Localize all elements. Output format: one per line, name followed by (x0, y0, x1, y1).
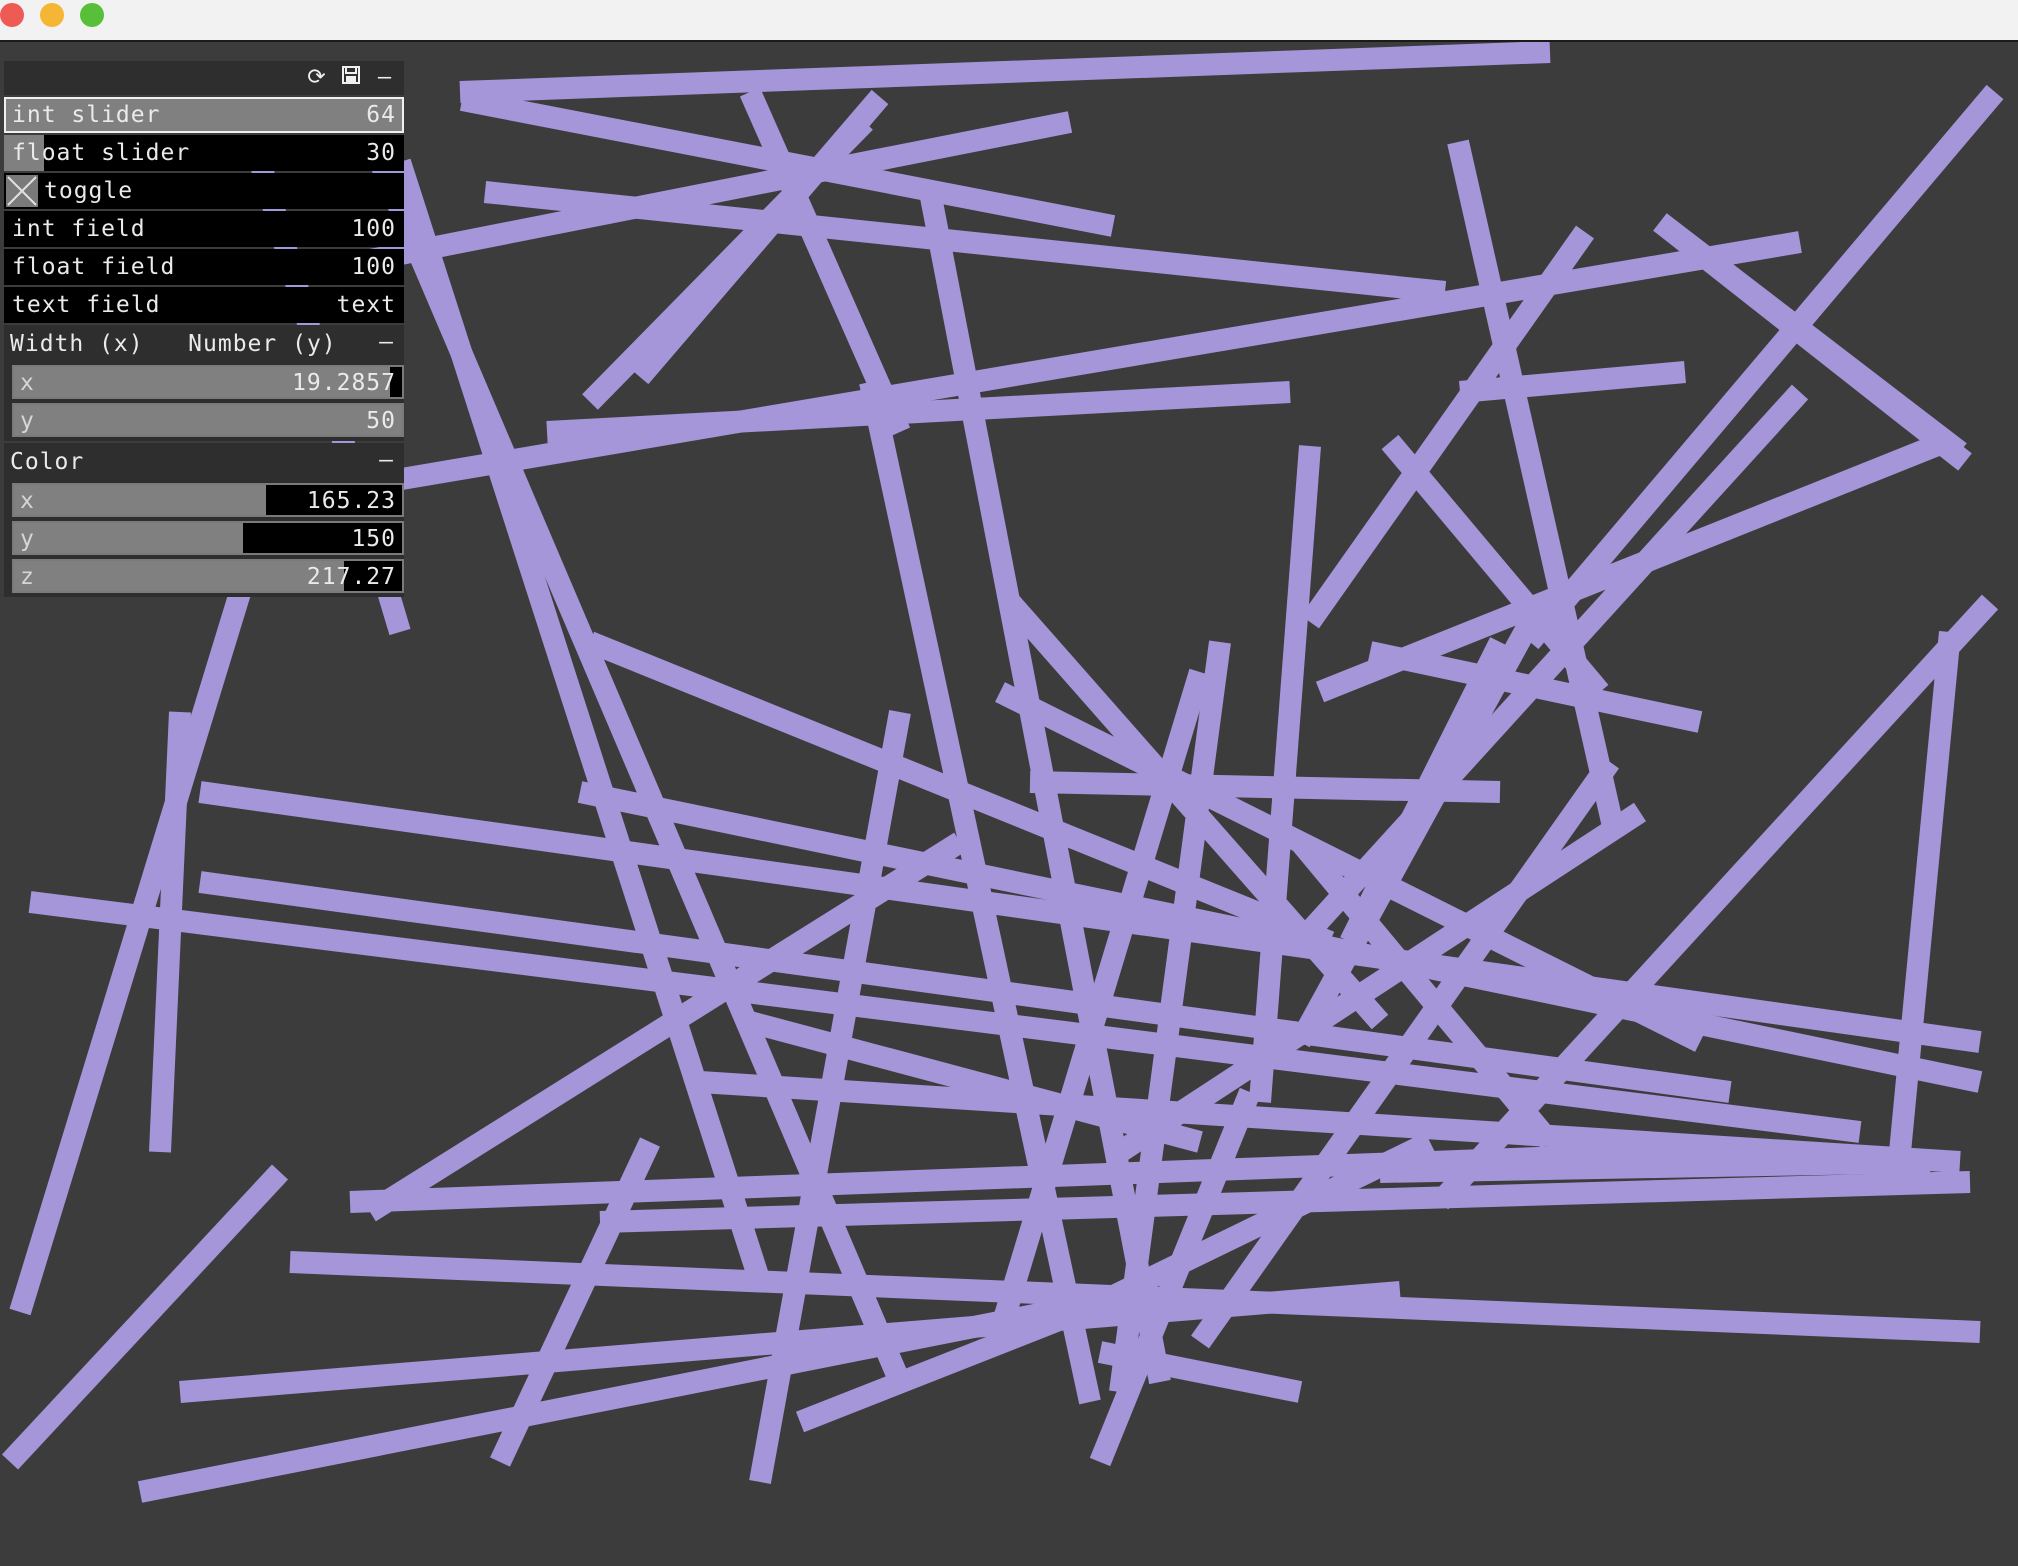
int-slider-label: int slider (12, 102, 161, 128)
minimize-window-button[interactable] (40, 3, 64, 27)
toggle-label: toggle (44, 178, 134, 204)
line-stroke (1521, 84, 2004, 650)
color-y-value: 150 (351, 526, 396, 552)
color-x-slider[interactable]: x 165.23 (12, 483, 404, 517)
line-stroke (459, 42, 1551, 103)
line-stroke (137, 1291, 1103, 1503)
maximize-window-button[interactable] (80, 3, 104, 27)
color-z-fill (14, 561, 344, 591)
color-y-fill (14, 523, 243, 553)
line-stroke (1001, 594, 1389, 1030)
check-x-icon (7, 176, 37, 206)
color-x-label: x (20, 488, 35, 514)
save-icon[interactable] (340, 65, 362, 91)
line-stroke (1249, 445, 1321, 1103)
float-field[interactable]: float field 100 (4, 249, 404, 285)
width-x-value: 19.2857 (292, 370, 396, 396)
color-z-label: z (20, 564, 35, 590)
color-x-value: 165.23 (306, 488, 396, 514)
color-y-slider[interactable]: y 150 (12, 521, 404, 555)
float-slider-label: float slider (12, 140, 191, 166)
width-number-group-title: Width (x) Number (y) (10, 331, 337, 357)
float-field-label: float field (12, 254, 176, 280)
width-x-label: x (20, 370, 35, 396)
number-y-slider[interactable]: y 50 (12, 403, 404, 437)
float-slider-value: 30 (366, 140, 396, 166)
panel-header: ⟳ – (4, 61, 404, 95)
text-field-value: text (336, 292, 396, 318)
int-slider-value: 64 (366, 102, 396, 128)
color-group-title: Color (10, 449, 85, 475)
minimize-icon[interactable]: – (374, 65, 396, 91)
number-y-label: y (20, 408, 35, 434)
number-y-fill (14, 405, 402, 435)
line-stroke (149, 711, 191, 1153)
color-group: Color – x 165.23 y 150 z 217.27 (4, 443, 404, 597)
collapse-icon[interactable]: – (379, 447, 394, 473)
collapse-icon[interactable]: – (379, 329, 394, 355)
window-titlebar (0, 0, 2018, 42)
width-number-group-header[interactable]: Width (x) Number (y) – (4, 325, 404, 361)
number-y-value: 50 (366, 408, 396, 434)
gui-panel: ⟳ – int slider 64 float slider 30 toggle… (4, 61, 404, 597)
toggle-row[interactable]: toggle (4, 173, 404, 209)
line-stroke (1653, 213, 1967, 461)
width-x-slider[interactable]: x 19.2857 (12, 365, 404, 399)
int-field-label: int field (12, 216, 146, 242)
color-x-fill (14, 485, 267, 515)
int-slider[interactable]: int slider 64 (4, 97, 404, 133)
refresh-icon[interactable]: ⟳ (306, 65, 328, 91)
text-field[interactable]: text field text (4, 287, 404, 323)
text-field-label: text field (12, 292, 161, 318)
toggle-checkbox[interactable] (6, 175, 38, 207)
int-field[interactable]: int field 100 (4, 211, 404, 247)
close-window-button[interactable] (0, 3, 24, 27)
width-number-group: Width (x) Number (y) – x 19.2857 y 50 (4, 325, 404, 441)
color-group-header[interactable]: Color – (4, 443, 404, 479)
float-slider[interactable]: float slider 30 (4, 135, 404, 171)
color-z-value: 217.27 (306, 564, 396, 590)
float-field-value: 100 (351, 254, 396, 280)
color-y-label: y (20, 526, 35, 552)
color-z-slider[interactable]: z 217.27 (12, 559, 404, 593)
int-field-value: 100 (351, 216, 396, 242)
